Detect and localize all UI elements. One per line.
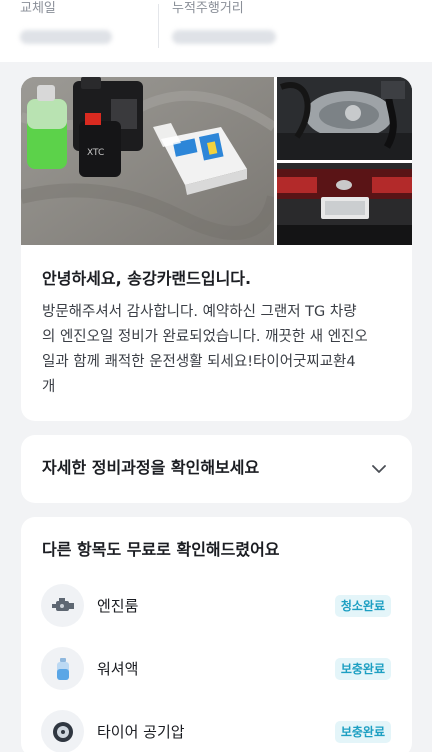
check-item-tire-pressure: 타이어 공기압 보충완료 (21, 710, 412, 752)
message-body: 방문해주셔서 감사합니다. 예약하신 그랜저 TG 차량 의 엔진오일 정비가 … (42, 304, 368, 395)
repair-process-title: 자세한 정비과정을 확인해보세요 (42, 458, 260, 477)
engine-icon (41, 584, 84, 627)
total-mileage: 누적주행거리 (172, 0, 276, 44)
tire-icon (41, 710, 84, 752)
summary-divider (158, 4, 159, 48)
check-item-engine-room: 엔진룸 청소완료 (21, 584, 412, 628)
repair-process-accordion[interactable]: 자세한 정비과정을 확인해보세요 (21, 435, 412, 503)
check-item-label: 워셔액 (97, 660, 139, 678)
free-checks-card: 다른 항목도 무료로 확인해드렸어요 엔진룸 청소완료 워셔액 보충완료 타이어… (21, 517, 412, 752)
message-title: 안녕하세요, 송강카랜드입니다. (42, 269, 252, 288)
check-item-label: 타이어 공기압 (97, 723, 185, 741)
status-badge: 보충완료 (334, 721, 391, 743)
replacement-date: 교체일 (20, 0, 112, 44)
chevron-down-icon[interactable] (371, 461, 387, 477)
check-item-label: 엔진룸 (97, 597, 139, 615)
total-mileage-label: 누적주행거리 (172, 1, 244, 16)
status-badge: 보충완료 (334, 658, 391, 680)
check-item-washer-fluid: 워셔액 보충완료 (21, 647, 412, 691)
shop-message-card: XTC 안녕하세요, 송강카랜드입니다. 방문해주셔서 감사합니다. 예약하신 … (21, 77, 412, 421)
photo-engine-bay[interactable] (277, 77, 412, 160)
replacement-date-value-blurred (20, 30, 112, 44)
total-mileage-value-blurred (172, 30, 276, 44)
free-checks-title: 다른 항목도 무료로 확인해드렸어요 (42, 540, 280, 559)
status-badge: 청소완료 (334, 595, 391, 617)
photo-oil-products[interactable]: XTC (21, 77, 274, 245)
washer-fluid-icon (41, 647, 84, 690)
service-summary: 교체일 누적주행거리 (0, 0, 432, 62)
photo-car-rear[interactable] (277, 163, 412, 245)
svg-text:XTC: XTC (87, 148, 104, 158)
replacement-date-label: 교체일 (20, 1, 56, 16)
photo-gallery[interactable]: XTC (21, 77, 412, 245)
